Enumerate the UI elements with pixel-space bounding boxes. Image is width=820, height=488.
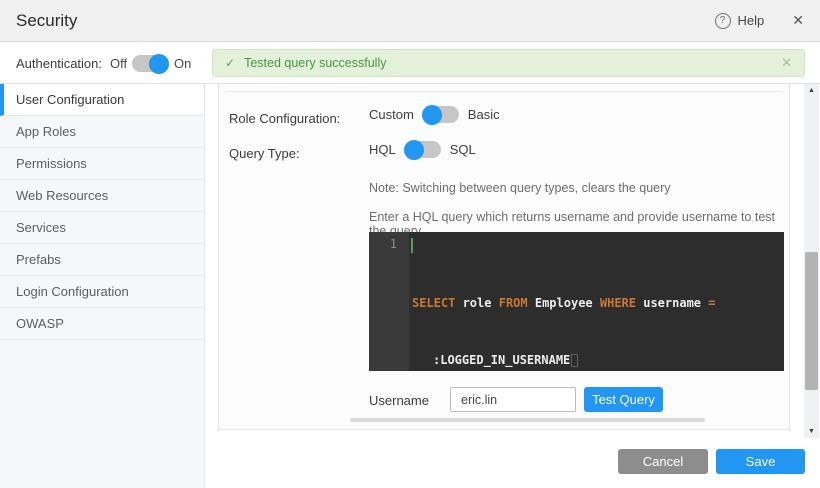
toggle-knob [149,54,169,74]
role-configuration-control: Custom Basic [369,106,500,123]
identifier-token: username [636,296,708,310]
keyword-token: FROM [499,296,528,310]
code-line: :LOGGED_IN_USERNAME [412,351,715,370]
section-divider [226,91,782,92]
save-button[interactable]: Save [716,449,805,474]
scroll-down-icon[interactable]: ▼ [804,428,819,435]
banner-message: Tested query successfully [244,56,386,70]
identifier-token: role [455,296,498,310]
sidebar-item-owasp[interactable]: OWASP [0,308,204,340]
sidebar-item-label: User Configuration [16,92,124,107]
settings-sidebar: User Configuration App Roles Permissions… [0,84,205,488]
query-type-label: Query Type: [229,146,300,161]
code-line: SELECT role FROM Employee WHERE username… [412,294,715,313]
editor-code: SELECT role FROM Employee WHERE username… [409,232,719,371]
success-banner: ✓ Tested query successfully ✕ [212,49,805,77]
user-configuration-panel: Role Configuration: Custom Basic Query T… [218,84,790,430]
sidebar-item-label: App Roles [16,124,76,139]
header-actions: ? Help ✕ [715,12,804,29]
username-input[interactable] [450,387,576,412]
dialog-header: Security ? Help ✕ [0,0,820,42]
username-label: Username [369,393,429,408]
sidebar-item-label: Prefabs [16,252,61,267]
option-hql-label: HQL [369,142,396,157]
option-sql-label: SQL [450,142,476,157]
query-type-control: HQL SQL [369,141,476,158]
check-icon: ✓ [225,56,235,70]
sidebar-item-services[interactable]: Services [0,212,204,244]
vertical-scrollbar-thumb[interactable] [805,252,818,390]
sidebar-item-app-roles[interactable]: App Roles [0,116,204,148]
editor-caret [411,238,413,253]
line-number: 1 [390,237,397,251]
option-custom-label: Custom [369,107,414,122]
authentication-on-label: On [174,56,191,71]
sidebar-item-login-configuration[interactable]: Login Configuration [0,276,204,308]
authentication-label: Authentication: [16,56,102,71]
authentication-toggle[interactable] [132,55,168,72]
keyword-token: WHERE [600,296,636,310]
identifier-token: Employee [528,296,600,310]
test-query-button[interactable]: Test Query [584,387,663,412]
identifier-token: :LOGGED_IN_USERNAME [433,353,570,367]
authentication-off-label: Off [110,56,127,71]
editor-gutter: 1 [369,232,409,371]
help-link[interactable]: Help [738,13,765,28]
help-icon[interactable]: ? [715,13,731,29]
sidebar-item-label: Services [16,220,66,235]
page-title: Security [16,11,77,31]
toggle-knob [422,105,442,125]
horizontal-scrollbar-thumb[interactable] [350,418,705,422]
toggle-knob [404,140,424,160]
keyword-token: = [708,296,715,310]
query-type-note: Note: Switching between query types, cle… [369,181,671,195]
option-basic-label: Basic [468,107,500,122]
cancel-button[interactable]: Cancel [618,449,708,474]
sidebar-item-user-configuration[interactable]: User Configuration [0,84,204,116]
sidebar-item-permissions[interactable]: Permissions [0,148,204,180]
keyword-token: SELECT [412,296,455,310]
sidebar-item-label: Web Resources [16,188,108,203]
vertical-scrollbar[interactable]: ▲ ▼ [804,84,819,438]
subheader-bar: Authentication: Off On ✓ Tested query su… [0,42,820,84]
hql-query-editor[interactable]: 1 SELECT role FROM Employee WHERE userna… [369,232,784,371]
scroll-up-icon[interactable]: ▲ [804,87,819,94]
sidebar-item-web-resources[interactable]: Web Resources [0,180,204,212]
role-configuration-toggle[interactable] [423,106,459,123]
banner-close-icon[interactable]: ✕ [781,55,792,71]
role-configuration-label: Role Configuration: [229,111,340,126]
sidebar-item-label: OWASP [16,316,64,331]
close-icon[interactable]: ✕ [792,12,804,29]
sidebar-item-label: Login Configuration [16,284,129,299]
sidebar-item-label: Permissions [16,156,87,171]
sidebar-item-prefabs[interactable]: Prefabs [0,244,204,276]
editor-cursor-box [571,354,578,367]
query-type-toggle[interactable] [405,141,441,158]
